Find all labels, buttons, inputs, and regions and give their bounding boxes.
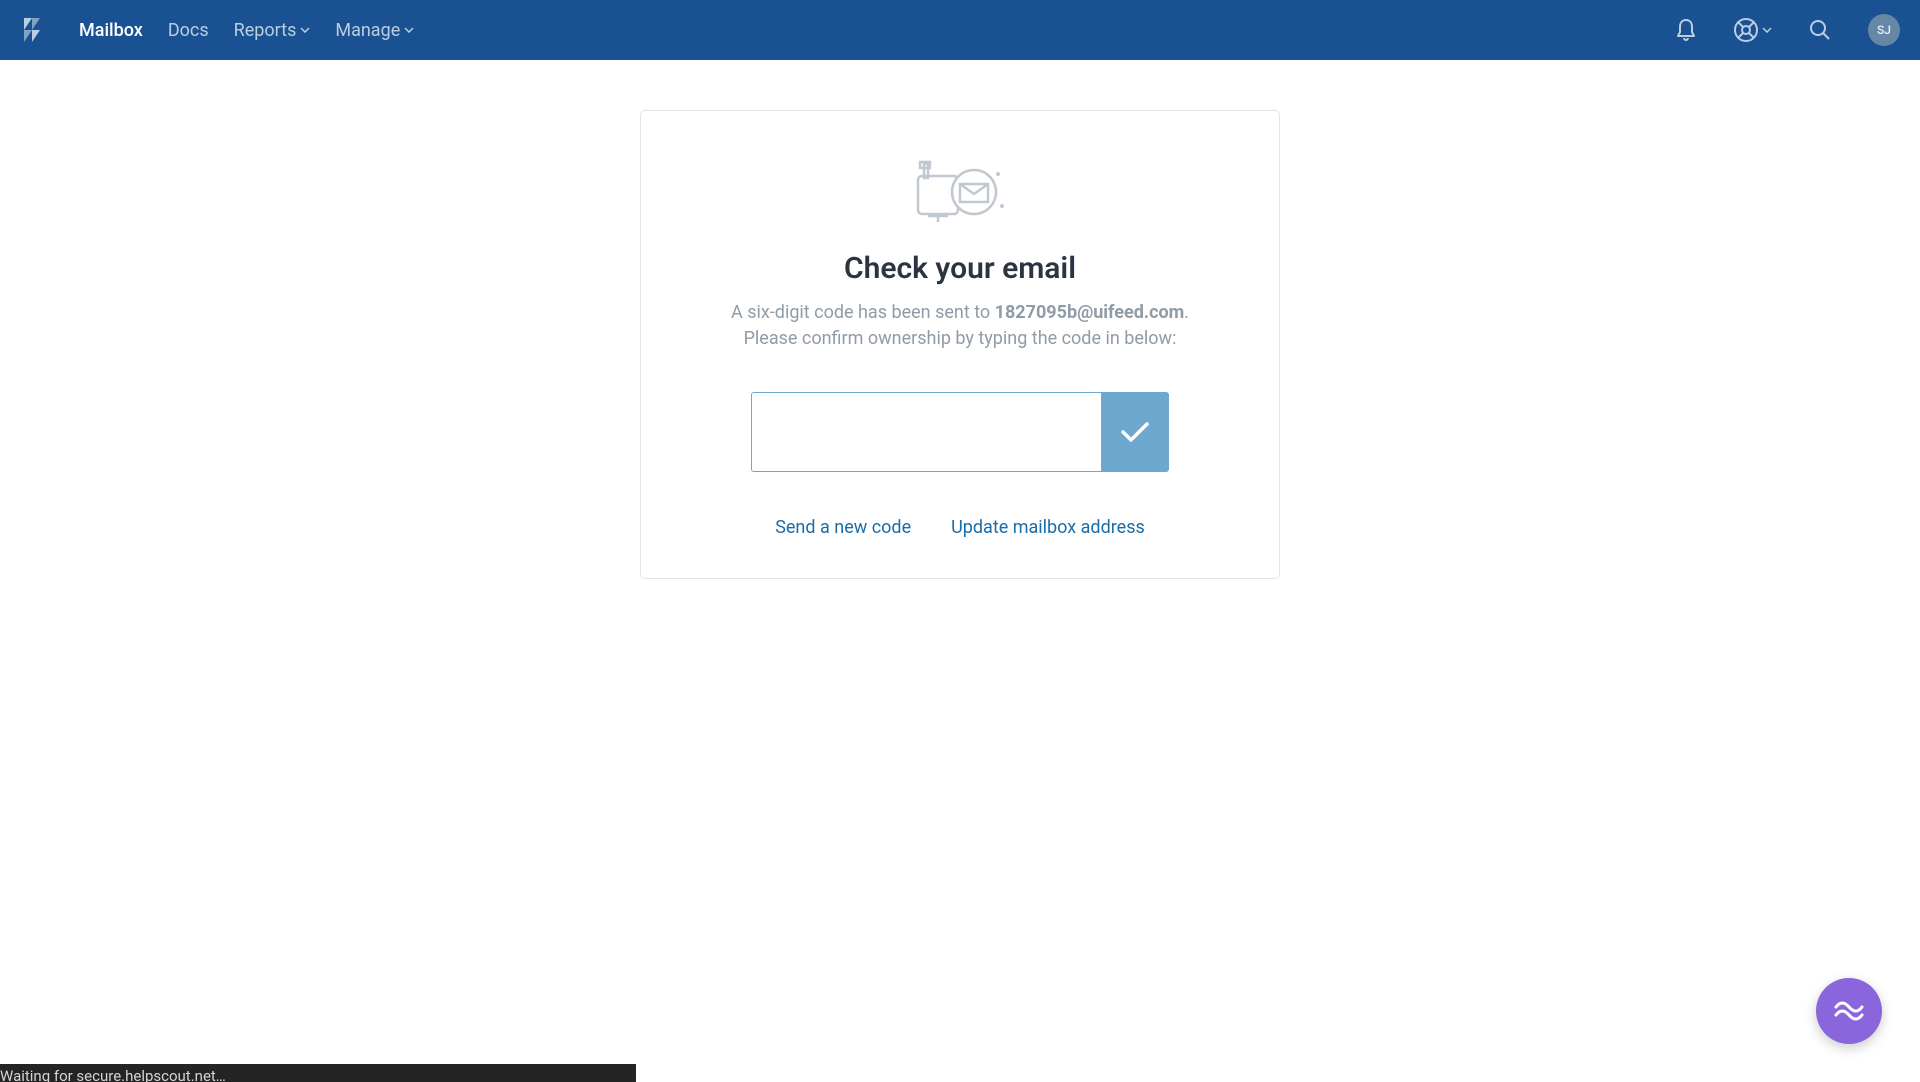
- chevron-down-icon: [1762, 27, 1772, 33]
- search-button[interactable]: [1808, 18, 1832, 42]
- submit-code-button[interactable]: [1101, 392, 1169, 472]
- chat-fab-button[interactable]: [1816, 978, 1882, 1044]
- send-new-code-link[interactable]: Send a new code: [775, 517, 911, 538]
- mailbox-envelope-icon: [910, 156, 1010, 226]
- help-menu[interactable]: [1733, 17, 1772, 43]
- bell-icon: [1675, 18, 1697, 42]
- nav-reports-label: Reports: [234, 20, 297, 41]
- desc-text-pre: A six-digit code has been sent to: [731, 302, 995, 323]
- chat-wave-icon: [1834, 997, 1864, 1025]
- help-icon: [1733, 17, 1759, 43]
- desc-email: 1827095b@uifeed.com: [995, 302, 1185, 323]
- nav-manage-label: Manage: [335, 20, 400, 41]
- nav-reports[interactable]: Reports: [234, 20, 311, 41]
- helpscout-logo[interactable]: [20, 16, 44, 44]
- logo-icon: [20, 16, 44, 44]
- top-navbar: Mailbox Docs Reports Manage: [0, 0, 1920, 60]
- user-avatar[interactable]: SJ: [1868, 14, 1900, 46]
- nav-mailbox[interactable]: Mailbox: [79, 20, 143, 41]
- code-input-row: [696, 392, 1224, 472]
- search-icon: [1808, 18, 1832, 42]
- check-icon: [1119, 420, 1151, 444]
- verify-card: Check your email A six-digit code has be…: [640, 110, 1280, 579]
- chevron-down-icon: [404, 27, 414, 33]
- nav-right-group: SJ: [1675, 14, 1900, 46]
- notifications-button[interactable]: [1675, 18, 1697, 42]
- browser-status-bar: Waiting for secure.helpscout.net…: [0, 1064, 636, 1082]
- card-title: Check your email: [696, 251, 1224, 286]
- nav-left-group: Mailbox Docs Reports Manage: [20, 16, 414, 44]
- chevron-down-icon: [300, 27, 310, 33]
- update-mailbox-address-link[interactable]: Update mailbox address: [951, 517, 1145, 538]
- mailbox-illustration: [696, 156, 1224, 226]
- verification-code-input[interactable]: [751, 392, 1101, 472]
- card-description: A six-digit code has been sent to 182709…: [696, 300, 1224, 352]
- nav-docs[interactable]: Docs: [168, 20, 209, 41]
- nav-manage[interactable]: Manage: [335, 20, 414, 41]
- card-links: Send a new code Update mailbox address: [696, 517, 1224, 538]
